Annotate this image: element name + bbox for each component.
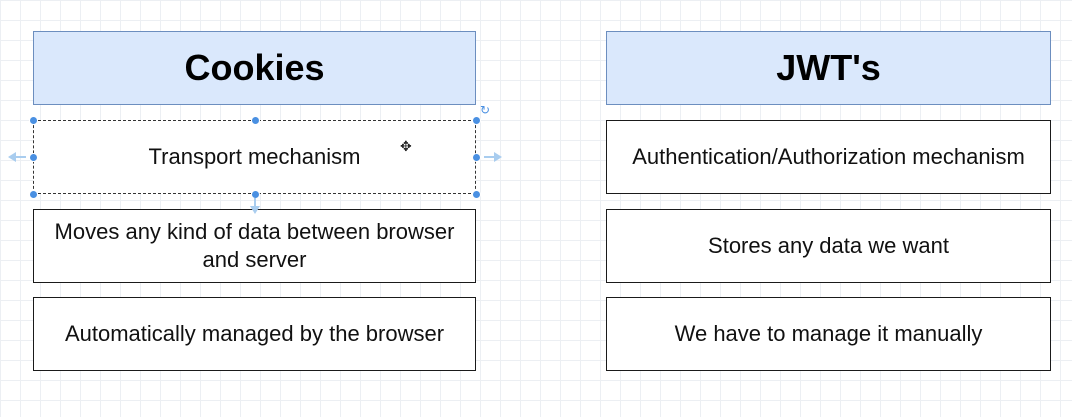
resize-handle-top-right[interactable] xyxy=(472,116,481,125)
transport-mechanism-box[interactable]: Transport mechanism xyxy=(33,120,476,194)
resize-handle-bottom-left[interactable] xyxy=(29,190,38,199)
connect-arrow-right-icon[interactable] xyxy=(494,152,502,162)
connect-arrow-down-stem xyxy=(254,198,256,206)
resize-handle-top-left[interactable] xyxy=(29,116,38,125)
auto-managed-box[interactable]: Automatically managed by the browser xyxy=(33,297,476,371)
connect-arrow-left-stem xyxy=(16,156,26,158)
cookies-header-label: Cookies xyxy=(184,47,325,88)
connect-arrow-right-stem xyxy=(484,156,494,158)
resize-handle-right[interactable] xyxy=(472,153,481,162)
stores-data-box[interactable]: Stores any data we want xyxy=(606,209,1051,283)
auth-mechanism-label: Authentication/Authorization mechanism xyxy=(632,144,1025,169)
moves-data-label: Moves any kind of data between browser a… xyxy=(54,219,455,272)
connect-arrow-down-icon[interactable] xyxy=(250,206,260,214)
stores-data-label: Stores any data we want xyxy=(708,233,949,258)
manual-manage-box[interactable]: We have to manage it manually xyxy=(606,297,1051,371)
resize-handle-bottom-right[interactable] xyxy=(472,190,481,199)
connect-arrow-left-icon[interactable] xyxy=(8,152,16,162)
jwt-header-label: JWT's xyxy=(776,47,881,88)
transport-mechanism-label: Transport mechanism xyxy=(148,144,361,169)
manual-manage-label: We have to manage it manually xyxy=(674,321,983,346)
jwt-header[interactable]: JWT's xyxy=(606,31,1051,105)
moves-data-box[interactable]: Moves any kind of data between browser a… xyxy=(33,209,476,283)
auth-mechanism-box[interactable]: Authentication/Authorization mechanism xyxy=(606,120,1051,194)
auto-managed-label: Automatically managed by the browser xyxy=(64,321,445,346)
resize-handle-left[interactable] xyxy=(29,153,38,162)
move-cursor-icon: ✥ xyxy=(400,139,412,155)
rotate-icon[interactable]: ↻ xyxy=(480,104,492,116)
resize-handle-top[interactable] xyxy=(251,116,260,125)
cookies-header[interactable]: Cookies xyxy=(33,31,476,105)
